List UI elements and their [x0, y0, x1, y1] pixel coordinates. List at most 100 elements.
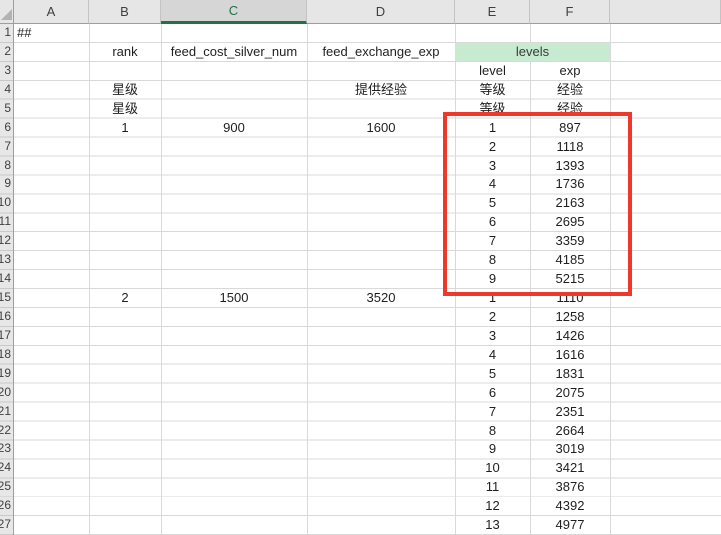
- cell-E5[interactable]: 等级: [455, 100, 530, 119]
- cell-F9[interactable]: 1736: [530, 175, 610, 194]
- cell-E16[interactable]: 2: [455, 308, 530, 327]
- row-header-26[interactable]: 26: [0, 497, 13, 516]
- row-header-14[interactable]: 14: [0, 270, 13, 289]
- column-header-A[interactable]: A: [14, 0, 89, 24]
- row-header-5[interactable]: 5: [0, 100, 13, 119]
- cell-E21[interactable]: 7: [455, 403, 530, 422]
- column-header-B[interactable]: B: [89, 0, 161, 24]
- cell-A1[interactable]: ##: [14, 24, 89, 43]
- cell-F3[interactable]: exp: [530, 62, 610, 81]
- row-header-19[interactable]: 19: [0, 365, 13, 384]
- cell-C2[interactable]: feed_cost_silver_num: [161, 43, 307, 62]
- cell-E4[interactable]: 等级: [455, 81, 530, 100]
- row-header-16[interactable]: 16: [0, 308, 13, 327]
- cell-E26[interactable]: 12: [455, 497, 530, 516]
- cell-F20[interactable]: 2075: [530, 384, 610, 403]
- cell-D2[interactable]: feed_exchange_exp: [307, 43, 455, 62]
- column-header-C[interactable]: C: [161, 0, 307, 24]
- cell-F6[interactable]: 897: [530, 119, 610, 138]
- column-header-G[interactable]: [610, 0, 721, 24]
- row-header-11[interactable]: 11: [0, 213, 13, 232]
- cell-F21[interactable]: 2351: [530, 403, 610, 422]
- row-header-24[interactable]: 24: [0, 459, 13, 478]
- column-header-F[interactable]: F: [530, 0, 610, 24]
- row-header-22[interactable]: 22: [0, 422, 13, 441]
- cell-F27[interactable]: 4977: [530, 516, 610, 535]
- cell-F11[interactable]: 2695: [530, 213, 610, 232]
- column-header-D[interactable]: D: [307, 0, 455, 24]
- cell-E17[interactable]: 3: [455, 327, 530, 346]
- cell-F8[interactable]: 1393: [530, 157, 610, 176]
- row-header-2[interactable]: 2: [0, 43, 13, 62]
- cell-E11[interactable]: 6: [455, 213, 530, 232]
- cell-E6[interactable]: 1: [455, 119, 530, 138]
- row-header-20[interactable]: 20: [0, 384, 13, 403]
- row-header-15[interactable]: 15: [0, 289, 13, 308]
- cell-F5[interactable]: 经验: [530, 100, 610, 119]
- cell-E13[interactable]: 8: [455, 251, 530, 270]
- cell-E7[interactable]: 2: [455, 138, 530, 157]
- cell-F10[interactable]: 2163: [530, 194, 610, 213]
- cell-E19[interactable]: 5: [455, 365, 530, 384]
- row-header-17[interactable]: 17: [0, 327, 13, 346]
- cell-F13[interactable]: 4185: [530, 251, 610, 270]
- cell-B4[interactable]: 星级: [89, 81, 161, 100]
- cell-F15[interactable]: 1110: [530, 289, 610, 308]
- cell-B2[interactable]: rank: [89, 43, 161, 62]
- row-header-10[interactable]: 10: [0, 194, 13, 213]
- row-header-23[interactable]: 23: [0, 440, 13, 459]
- cell-F17[interactable]: 1426: [530, 327, 610, 346]
- cell-D4[interactable]: 提供经验: [307, 81, 455, 100]
- cell-E3[interactable]: level: [455, 62, 530, 81]
- cell-C15[interactable]: 1500: [161, 289, 307, 308]
- column-header-E[interactable]: E: [455, 0, 530, 24]
- cell-E25[interactable]: 11: [455, 478, 530, 497]
- cell-F16[interactable]: 1258: [530, 308, 610, 327]
- cell-F22[interactable]: 2664: [530, 422, 610, 441]
- cell-F19[interactable]: 1831: [530, 365, 610, 384]
- cell-E15[interactable]: 1: [455, 289, 530, 308]
- spreadsheet: ABCDEF 123456789101112131415161718192021…: [0, 0, 721, 535]
- cell-D15[interactable]: 3520: [307, 289, 455, 308]
- row-header-6[interactable]: 6: [0, 119, 13, 138]
- cell-E14[interactable]: 9: [455, 270, 530, 289]
- cell-F14[interactable]: 5215: [530, 270, 610, 289]
- cell-B15[interactable]: 2: [89, 289, 161, 308]
- cell-F7[interactable]: 1118: [530, 138, 610, 157]
- row-header-27[interactable]: 27: [0, 516, 13, 535]
- cell-E12[interactable]: 7: [455, 232, 530, 251]
- cell-E8[interactable]: 3: [455, 157, 530, 176]
- cell-E9[interactable]: 4: [455, 175, 530, 194]
- cell-E10[interactable]: 5: [455, 194, 530, 213]
- cell-D6[interactable]: 1600: [307, 119, 455, 138]
- row-header-18[interactable]: 18: [0, 346, 13, 365]
- row-header-9[interactable]: 9: [0, 175, 13, 194]
- cell-F24[interactable]: 3421: [530, 459, 610, 478]
- cell-E20[interactable]: 6: [455, 384, 530, 403]
- cell-B5[interactable]: 星级: [89, 100, 161, 119]
- row-header-1[interactable]: 1: [0, 24, 13, 43]
- cell-E27[interactable]: 13: [455, 516, 530, 535]
- cell-B6[interactable]: 1: [89, 119, 161, 138]
- cell-F25[interactable]: 3876: [530, 478, 610, 497]
- cell-F4[interactable]: 经验: [530, 81, 610, 100]
- row-header-12[interactable]: 12: [0, 232, 13, 251]
- cell-F26[interactable]: 4392: [530, 497, 610, 516]
- row-header-7[interactable]: 7: [0, 138, 13, 157]
- cell-E22[interactable]: 8: [455, 422, 530, 441]
- row-header-21[interactable]: 21: [0, 403, 13, 422]
- cell-E24[interactable]: 10: [455, 459, 530, 478]
- row-header-25[interactable]: 25: [0, 478, 13, 497]
- cell-C6[interactable]: 900: [161, 119, 307, 138]
- cell-F12[interactable]: 3359: [530, 232, 610, 251]
- cell-F23[interactable]: 3019: [530, 440, 610, 459]
- cell-E23[interactable]: 9: [455, 440, 530, 459]
- select-all-corner[interactable]: [0, 0, 14, 24]
- row-header-13[interactable]: 13: [0, 251, 13, 270]
- cell-levels-merged[interactable]: levels: [455, 43, 610, 61]
- cell-F18[interactable]: 1616: [530, 346, 610, 365]
- cell-E18[interactable]: 4: [455, 346, 530, 365]
- row-header-4[interactable]: 4: [0, 81, 13, 100]
- row-header-8[interactable]: 8: [0, 157, 13, 176]
- row-header-3[interactable]: 3: [0, 62, 13, 81]
